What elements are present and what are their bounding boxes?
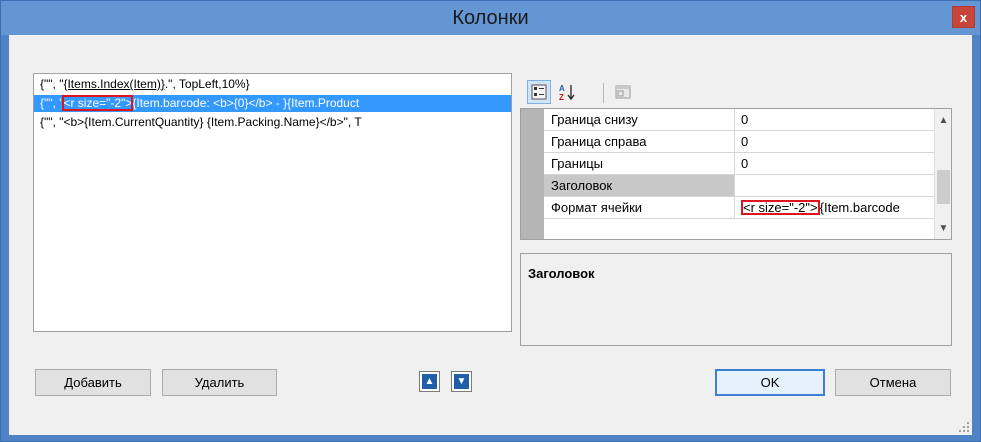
scrollbar-thumb[interactable]	[937, 170, 950, 204]
property-value[interactable]: 0	[734, 109, 939, 130]
delete-button[interactable]: Удалить	[162, 369, 277, 396]
property-toolbar: A Z	[520, 73, 950, 107]
list-item-prefix: {"", "	[40, 77, 64, 91]
highlighted-tag: <r size="-2">	[741, 200, 820, 215]
grid-scrollbar[interactable]: ▲ ▼	[934, 109, 951, 239]
property-name: Заголовок	[551, 178, 613, 193]
property-row-selected[interactable]: Заголовок	[544, 175, 939, 197]
list-item[interactable]: {"", "<b>{Item.CurrentQuantity} {Item.Pa…	[34, 114, 511, 131]
resize-grip-icon[interactable]	[959, 422, 969, 432]
columns-list[interactable]: {"", "{Items.Index(Item)}.", TopLeft,10%…	[33, 73, 512, 332]
sort-alphabetical-button[interactable]: A Z	[555, 80, 579, 104]
svg-text:A: A	[559, 84, 565, 93]
property-value[interactable]: 0	[734, 131, 939, 152]
property-row	[544, 219, 939, 239]
toolbar-separator	[603, 83, 604, 103]
add-button[interactable]: Добавить	[35, 369, 151, 396]
list-item-suffix: .", TopLeft,10%}	[164, 77, 250, 91]
list-item-text: {"", "<b>{Item.CurrentQuantity} {Item.Pa…	[40, 115, 362, 129]
property-pages-icon	[615, 85, 631, 99]
close-icon: x	[959, 9, 968, 25]
property-row[interactable]: Граница снизу 0	[544, 109, 937, 131]
property-value[interactable]	[734, 175, 939, 196]
property-name: Граница снизу	[551, 112, 638, 127]
sort-alphabetical-icon: A Z	[559, 84, 575, 101]
property-name: Границы	[551, 156, 603, 171]
cancel-button[interactable]: Отмена	[835, 369, 951, 396]
scroll-down-icon[interactable]: ▼	[935, 220, 951, 237]
list-item-link: {Items.Index(Item)}	[63, 77, 165, 91]
close-button[interactable]: x	[952, 6, 975, 28]
highlighted-tag: <r size="-2">	[62, 95, 134, 111]
resize-grip-dots	[959, 422, 969, 432]
property-pages-button[interactable]	[611, 80, 635, 104]
property-row[interactable]: Граница справа 0	[544, 131, 937, 153]
svg-text:Z: Z	[559, 93, 564, 101]
list-item[interactable]: {"", "{Items.Index(Item)}.", TopLeft,10%…	[34, 76, 511, 93]
move-up-button[interactable]: ▲	[419, 371, 440, 392]
move-down-icon: ▼	[454, 374, 469, 389]
property-name: Граница справа	[551, 134, 647, 149]
ok-button[interactable]: OK	[715, 369, 825, 396]
property-value-rest: {Item.barcode	[819, 200, 900, 215]
property-row[interactable]: Границы 0	[544, 153, 937, 175]
property-value[interactable]: 0	[734, 153, 939, 174]
columns-dialog: Колонки x {"", "{Items.Index(Item)}.", T…	[0, 0, 981, 442]
property-row[interactable]: Формат ячейки <r size="-2"> {Item.barcode	[544, 197, 937, 219]
property-grid[interactable]: Граница снизу 0 Граница справа 0 Границы…	[520, 108, 952, 240]
move-up-icon: ▲	[422, 374, 437, 389]
move-down-button[interactable]: ▼	[451, 371, 472, 392]
categorized-icon	[531, 84, 547, 100]
grid-margin	[521, 109, 544, 239]
dialog-title: Колонки	[452, 6, 529, 29]
title-bar[interactable]: Колонки x	[1, 1, 980, 35]
property-value[interactable]: <r size="-2"> {Item.barcode	[734, 197, 939, 218]
property-name: Формат ячейки	[551, 200, 643, 215]
list-item-prefix: {"", "	[40, 96, 64, 110]
property-value	[734, 219, 939, 239]
scroll-up-icon[interactable]: ▲	[935, 112, 951, 129]
description-title: Заголовок	[528, 266, 595, 281]
dialog-body: {"", "{Items.Index(Item)}.", TopLeft,10%…	[9, 35, 972, 435]
list-item-selected[interactable]: {"", "<r size="-2">{Item.barcode: <b>{0}…	[34, 95, 511, 112]
list-item-rest: {Item.barcode: <b>{0}</b> - }{Item.Produ…	[132, 96, 360, 110]
description-pane: Заголовок	[520, 253, 952, 346]
categorized-button[interactable]	[527, 80, 551, 104]
